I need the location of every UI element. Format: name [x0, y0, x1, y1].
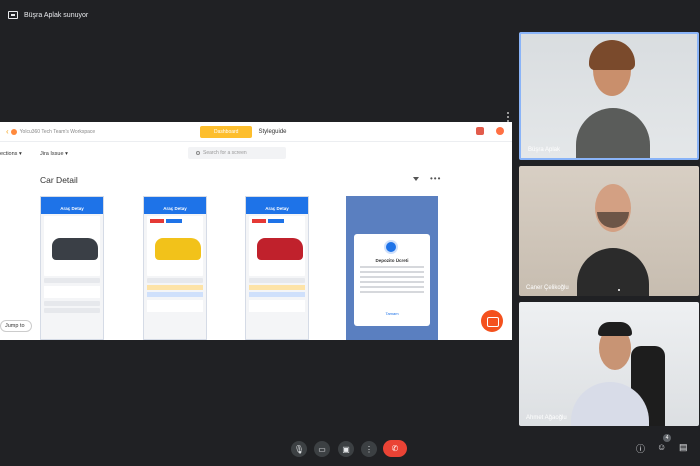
modal-title: Depozito Ücreti [375, 258, 409, 263]
price-box [147, 300, 203, 312]
more-vert-icon[interactable]: ⋮ [361, 441, 377, 457]
search-icon [196, 151, 200, 155]
camera-icon[interactable]: ▭ [314, 441, 330, 457]
more-options-icon[interactable]: ••• [430, 174, 441, 183]
zeplin-logo [10, 128, 17, 135]
info-icon [384, 240, 398, 254]
screen-thumbnail[interactable]: Araç Detay [143, 196, 207, 340]
deposit-modal: Depozito Ücreti Tamam [354, 234, 430, 326]
presentation-icon [8, 11, 18, 19]
jump-to-button[interactable]: Jump to [0, 320, 32, 332]
notification-icon[interactable] [476, 127, 484, 135]
presenter-banner: Büşra Aplak sunuyor [0, 0, 700, 30]
modal-ok-button[interactable]: Tamam [354, 311, 430, 316]
screen-header: Araç Detay [41, 197, 103, 214]
screen-thumbnail-modal[interactable]: Depozito Ücreti Tamam [346, 196, 438, 340]
chat-icon[interactable]: ▤ [679, 442, 688, 453]
screen-header: Araç Detay [144, 197, 206, 214]
sections-dropdown[interactable]: ections ▾ [0, 151, 22, 157]
car-card [44, 216, 100, 276]
participant-tile[interactable]: Ahmet Ağaoğlu [519, 302, 699, 426]
presenter-banner-text: Büşra Aplak sunuyor [24, 11, 89, 19]
shared-screen: ‹ Yolcu360 Tech Team's Workspace Dashboa… [0, 122, 512, 340]
car-card [249, 216, 305, 276]
call-controls: 🎙 ▭ ▣ ⋮ ✆ ⓘ ☺ 4 ▤ [0, 430, 700, 466]
zeplin-header: ‹ Yolcu360 Tech Team's Workspace Dashboa… [0, 122, 512, 142]
participant-tile[interactable]: Büşra Aplak [519, 32, 699, 160]
people-icon[interactable]: ☺ [657, 442, 666, 452]
avatar[interactable] [496, 127, 504, 135]
collapse-caret-icon[interactable] [413, 177, 419, 181]
screen-thumbnail[interactable]: Araç Detay [245, 196, 309, 340]
info-icon[interactable]: ⓘ [636, 442, 645, 455]
participant-name: Ahmet Ağaoğlu [526, 415, 567, 421]
participant-figure [576, 108, 650, 158]
participant-name: Caner Çelikoğlu [526, 285, 569, 291]
jira-issue-dropdown[interactable]: Jira Issue ▾ [40, 151, 68, 157]
car-card [147, 216, 203, 276]
modal-body [360, 266, 424, 296]
car-image [257, 238, 303, 260]
tab-dashboard[interactable]: Dashboard [200, 126, 253, 138]
present-icon[interactable]: ▣ [338, 441, 354, 457]
participant-tile[interactable]: Caner Çelikoğlu [519, 166, 699, 296]
participant-hair [598, 322, 632, 336]
mic-icon[interactable]: 🎙 [291, 441, 307, 457]
screen-thumbnail[interactable]: Araç Detay [40, 196, 104, 340]
resize-handle[interactable] [507, 112, 509, 122]
workspace-name[interactable]: Yolcu360 Tech Team's Workspace [20, 129, 96, 135]
zeplin-toolbar: ections ▾ Jira Issue ▾ Search for a scre… [0, 142, 512, 166]
car-image [52, 238, 98, 260]
price-box [44, 286, 100, 298]
car-image [155, 238, 201, 260]
screen-header: Araç Detay [246, 197, 308, 214]
section-title: Car Detail [40, 175, 78, 185]
participant-name: Büşra Aplak [528, 147, 561, 153]
chat-icon[interactable] [481, 310, 503, 332]
participant-count-badge: 4 [663, 434, 671, 442]
tab-styleguide[interactable]: Styleguide [258, 129, 286, 135]
participant-hair [589, 40, 635, 70]
screen-search-input[interactable]: Search for a screen [188, 147, 286, 159]
participant-figure [577, 248, 649, 296]
price-box [249, 300, 305, 312]
back-chevron-icon[interactable]: ‹ [6, 127, 9, 136]
tile-menu-icon[interactable] [618, 289, 620, 291]
search-placeholder: Search for a screen [203, 150, 247, 156]
end-call-button[interactable]: ✆ [383, 440, 407, 457]
